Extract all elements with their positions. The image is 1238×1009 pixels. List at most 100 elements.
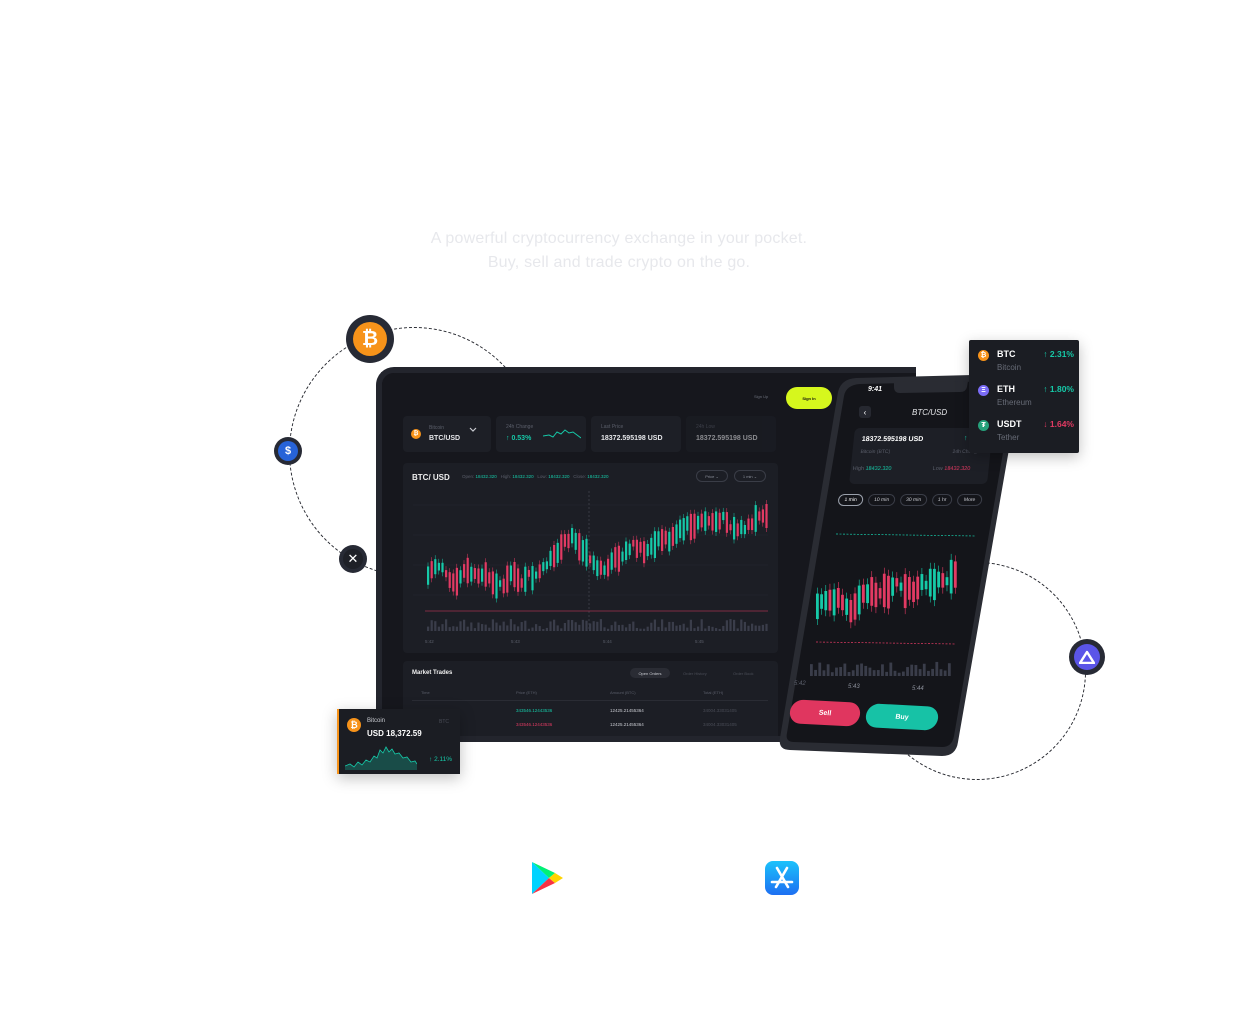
candle <box>653 531 656 559</box>
landing-page: A powerful cryptocurrency exchange in yo… <box>0 0 1238 1009</box>
volume-bar <box>553 619 556 631</box>
candle <box>945 577 949 586</box>
ticker-symbol: ETH <box>997 384 1015 394</box>
volume-bar <box>484 624 487 631</box>
last-price-card: Last Price 18372.595198 USD <box>591 416 681 452</box>
candle <box>466 557 469 584</box>
candle <box>686 516 689 531</box>
interval-1min[interactable]: 1 min <box>837 494 864 506</box>
bitcoin-orbit-icon: ₿ <box>346 315 394 363</box>
volume-bar <box>524 620 527 631</box>
price-dropdown[interactable]: Price ⌄ <box>696 470 728 482</box>
candle <box>621 551 624 562</box>
ticker-row-usdt[interactable]: ₮ USDT Tether ↓ 1.64% <box>978 419 1074 449</box>
candle <box>937 571 941 588</box>
candle <box>668 531 671 552</box>
app-store-icon[interactable] <box>764 860 800 896</box>
ticker-name: Ethereum <box>997 398 1032 407</box>
candle <box>470 566 473 582</box>
candle <box>643 541 646 564</box>
candle <box>704 511 707 531</box>
high-value: 18432.320 <box>512 474 534 479</box>
signup-link[interactable]: Sign Up <box>754 394 768 399</box>
bitcoin-icon: ₿ <box>353 322 387 356</box>
btc-card-change-value: 2.11% <box>434 756 453 763</box>
candle <box>441 562 444 573</box>
candle <box>567 533 570 549</box>
time-tick: 5:45 <box>695 639 704 644</box>
candle <box>857 585 861 615</box>
ticker-row-eth[interactable]: Ξ ETH Ethereum ↑ 1.80% <box>978 384 1074 414</box>
interval-30min[interactable]: 30 min <box>899 494 928 506</box>
candle <box>657 531 660 547</box>
candle <box>553 544 556 568</box>
volume-bar <box>466 626 469 631</box>
volume-bar <box>818 662 822 676</box>
candle <box>664 530 667 545</box>
arrow-up-icon: ↑ <box>1043 384 1050 394</box>
volume-bar <box>897 672 901 676</box>
volume-bar <box>733 619 736 631</box>
table-row[interactable]: 13:34:44 343546.12443536 12425.21455364 … <box>421 708 766 716</box>
tab-open-orders[interactable]: Open Orders <box>630 668 670 678</box>
candle <box>574 532 577 550</box>
price-dropdown-label: Price <box>705 473 715 479</box>
phone-time-tick: 5:42 <box>794 681 806 687</box>
volume-bar <box>430 620 433 631</box>
volume-bar <box>625 627 628 631</box>
interval-dropdown[interactable]: 1 min ⌄ <box>734 470 766 482</box>
tab-order-book[interactable]: Order Book <box>733 671 753 676</box>
volume-bar <box>502 621 505 631</box>
candle <box>502 578 505 594</box>
candle <box>632 539 635 547</box>
volume-bar <box>563 622 566 631</box>
interval-more[interactable]: More <box>956 494 983 506</box>
pair-selector[interactable]: ₿ Bitcoin BTC/USD <box>403 416 491 452</box>
phone-time-tick: 5:43 <box>848 684 860 690</box>
sell-button[interactable]: Sell <box>788 699 862 727</box>
ticker-row-btc[interactable]: ₿ BTC Bitcoin ↑ 2.31% <box>978 349 1074 379</box>
candle <box>495 573 498 599</box>
chart-title: BTC/ USD <box>412 473 450 482</box>
trade-total: 34004.33031405 <box>703 708 737 713</box>
volume-bar <box>765 623 768 631</box>
candlestick-plot[interactable] <box>413 491 768 631</box>
table-row[interactable]: 343546.12443536 12425.21455364 34004.330… <box>421 722 766 730</box>
hero-tagline-line-1: A powerful cryptocurrency exchange in yo… <box>430 230 808 247</box>
candle <box>560 534 563 560</box>
interval-pills: 1 min 10 min 30 min 1 hr More <box>837 494 988 508</box>
tab-order-history[interactable]: Order History <box>683 671 707 676</box>
price-ticker-card: ₿ BTC Bitcoin ↑ 2.31% Ξ ETH Ethereum ↑ 1… <box>969 340 1079 453</box>
buy-button[interactable]: Buy <box>864 703 940 731</box>
candle <box>700 513 703 528</box>
time-tick: 5:43 <box>511 639 520 644</box>
candle <box>520 578 523 588</box>
google-play-icon[interactable] <box>529 860 565 896</box>
interval-10min[interactable]: 10 min <box>867 494 896 506</box>
tab-open-orders-label: Open Orders <box>638 670 662 676</box>
volume-bar <box>704 628 707 631</box>
candle <box>661 529 664 552</box>
candle <box>585 538 588 567</box>
interval-1hr[interactable]: 1 hr <box>931 494 953 506</box>
candle <box>473 568 476 579</box>
volume-bar <box>889 662 893 676</box>
buy-button-label: Buy <box>894 713 910 721</box>
volume-bar <box>747 625 750 631</box>
volume-bar <box>578 624 581 631</box>
volume-bar <box>599 619 602 631</box>
volume-bar <box>761 624 764 631</box>
time-tick: 5:42 <box>425 639 434 644</box>
phone-candlestick-plot[interactable] <box>806 516 976 676</box>
volume-bar <box>943 670 947 676</box>
chevron-down-icon: ⌄ <box>753 473 758 479</box>
volume-bar <box>754 625 757 631</box>
candle <box>477 568 480 584</box>
candle <box>538 564 541 579</box>
volume-bar <box>931 668 935 676</box>
interval-dropdown-label: 1 min <box>742 473 753 479</box>
column-header-total: Total (ETH) <box>703 690 724 695</box>
candle <box>836 587 840 608</box>
candle <box>870 577 874 606</box>
back-button[interactable]: ‹ <box>859 406 871 418</box>
